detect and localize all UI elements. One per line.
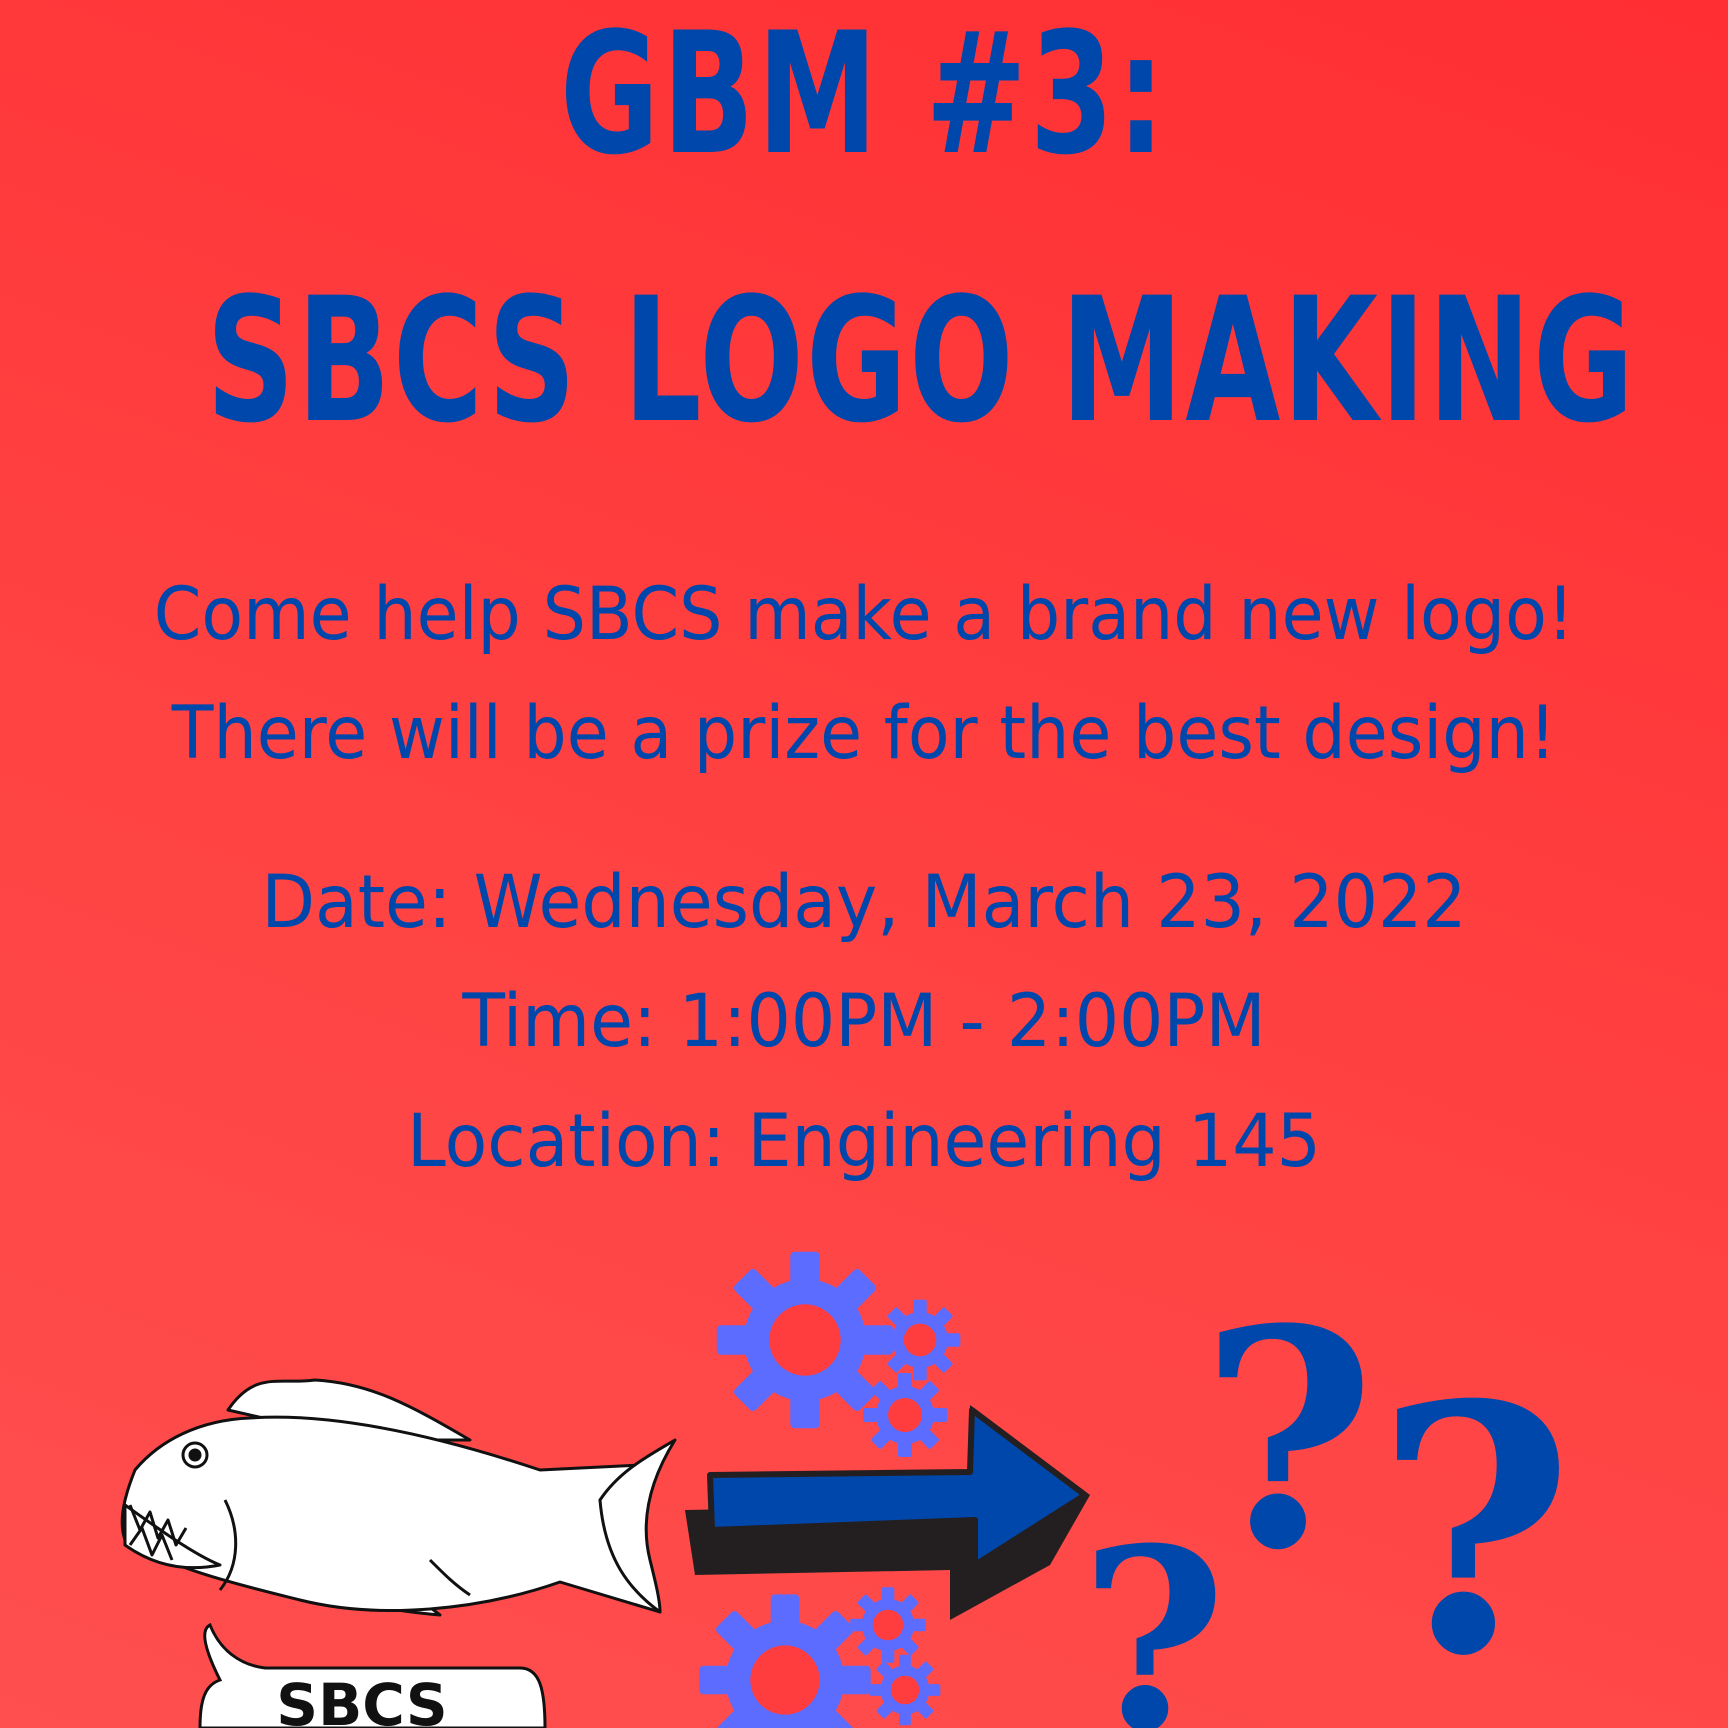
illustration: SBCS ? ? ?: [120, 1251, 1574, 1728]
title-event-name: SBCS LOGO MAKING: [206, 260, 1637, 461]
event-location: Location: Engineering 145: [406, 1099, 1322, 1184]
title-gbm-number: GBM #3:: [559, 0, 1169, 192]
event-poster: GBM #3: SBCS LOGO MAKING Come help SBCS …: [0, 0, 1728, 1728]
svg-text:?: ?: [1200, 1263, 1376, 1616]
gear-icon: [716, 1251, 961, 1457]
event-time: Time: 1:00PM - 2:00PM: [462, 979, 1266, 1064]
question-mark-icon: ? ? ?: [1080, 1263, 1574, 1728]
description-line-2: There will be a prize for the best desig…: [171, 691, 1557, 776]
bubble-label: SBCS: [276, 1671, 447, 1728]
svg-text:?: ?: [1375, 1332, 1574, 1728]
piranha-fish-icon: [120, 1378, 677, 1617]
event-date: Date: Wednesday, March 23, 2022: [261, 860, 1467, 945]
description-line-1: Come help SBCS make a brand new logo!: [153, 572, 1575, 657]
speech-bubble: SBCS: [198, 1622, 547, 1728]
gear-icon: [699, 1587, 941, 1728]
